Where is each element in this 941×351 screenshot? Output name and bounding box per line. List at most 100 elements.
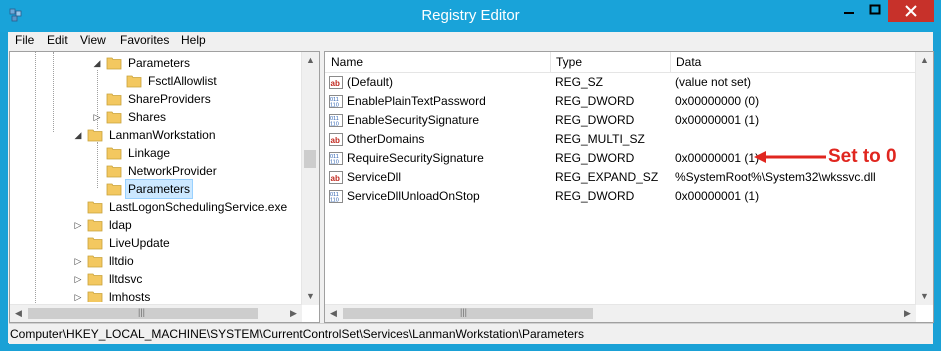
value-row[interactable]: 011 110 EnablePlainTextPassword REG_DWORD… xyxy=(325,92,915,111)
column-header-data[interactable]: Data xyxy=(670,52,932,72)
scroll-right-arrow-icon[interactable]: ▶ xyxy=(285,305,302,322)
tree-node-selected[interactable]: Parameters xyxy=(10,179,300,199)
close-button[interactable] xyxy=(888,0,934,22)
expand-icon[interactable]: ▷ xyxy=(73,252,83,270)
scroll-thumb[interactable] xyxy=(304,150,316,168)
tree-node[interactable]: ▷ lltdsvc xyxy=(10,270,300,288)
tree-horizontal-scrollbar[interactable]: ◀ ||| ▶ xyxy=(10,304,302,322)
value-row[interactable]: ab (Default) REG_SZ (value not set) xyxy=(325,73,915,92)
minimize-button[interactable] xyxy=(836,0,862,22)
tree-node[interactable]: ▷ lmhosts xyxy=(10,288,300,302)
registry-tree-pane[interactable]: ◢ Parameters FsctlAllowlist ShareProvide… xyxy=(9,51,320,323)
tree-node-label: Shares xyxy=(128,110,167,124)
value-row[interactable]: 011 110 EnableSecuritySignature REG_DWORD… xyxy=(325,111,915,130)
folder-icon xyxy=(106,93,122,106)
values-list-pane[interactable]: Name Type Data ab (Default) REG_SZ (valu… xyxy=(324,51,934,323)
values-horizontal-scrollbar[interactable]: ◀ ||| ▶ xyxy=(325,304,916,322)
value-data: 0x00000000 (0) xyxy=(675,94,760,108)
value-row[interactable]: 011 110 ServiceDllUnloadOnStop REG_DWORD … xyxy=(325,187,915,206)
expand-icon[interactable]: ▷ xyxy=(92,108,102,126)
scroll-down-arrow-icon[interactable]: ▼ xyxy=(302,288,319,305)
tree-node-label: FsctlAllowlist xyxy=(148,74,217,88)
scroll-left-arrow-icon[interactable]: ◀ xyxy=(10,305,27,322)
scroll-thumb[interactable] xyxy=(343,308,593,319)
folder-icon xyxy=(106,183,122,196)
menu-edit[interactable]: Edit xyxy=(47,33,68,47)
column-header-name[interactable]: Name xyxy=(325,52,551,72)
value-row[interactable]: ab OtherDomains REG_MULTI_SZ xyxy=(325,130,915,149)
tree-node-label: lltdio xyxy=(109,254,134,268)
scroll-left-arrow-icon[interactable]: ◀ xyxy=(325,305,342,322)
expand-icon[interactable]: ▷ xyxy=(73,270,83,288)
svg-text:110: 110 xyxy=(330,122,339,128)
binary-value-icon: 011110 xyxy=(329,114,343,127)
value-type: REG_SZ xyxy=(555,75,604,89)
maximize-button[interactable] xyxy=(862,0,888,22)
expand-icon[interactable]: ▷ xyxy=(73,288,83,302)
tree-node[interactable]: ▷ lltdio xyxy=(10,252,300,270)
value-data: 0x00000001 (1) xyxy=(675,151,760,165)
scroll-right-arrow-icon[interactable]: ▶ xyxy=(899,305,916,322)
tree-node-label: lmhosts xyxy=(109,290,151,302)
folder-icon xyxy=(106,111,122,124)
value-name: EnableSecuritySignature xyxy=(347,113,480,127)
value-data: 0x00000001 (1) xyxy=(675,113,760,127)
tree-node-label: NetworkProvider xyxy=(128,164,217,178)
value-data: %SystemRoot%\System32\wkssvc.dll xyxy=(675,170,876,184)
folder-icon xyxy=(106,165,122,178)
value-data: (value not set) xyxy=(675,75,752,89)
folder-icon xyxy=(87,291,103,302)
annotation-label: Set to 0 xyxy=(828,146,897,167)
tree-node-label: Parameters xyxy=(125,179,194,199)
folder-open-icon xyxy=(87,129,103,142)
folder-icon xyxy=(87,237,103,250)
menu-favorites[interactable]: Favorites xyxy=(120,33,169,47)
folder-icon xyxy=(106,147,122,160)
scroll-grip-icon: ||| xyxy=(460,307,468,317)
value-data: 0x00000001 (1) xyxy=(675,189,760,203)
tree-node-label: Linkage xyxy=(128,146,171,160)
binary-value-icon: 011110 xyxy=(329,152,343,165)
collapse-icon[interactable]: ◢ xyxy=(92,54,102,72)
tree-node[interactable]: LiveUpdate xyxy=(10,234,300,252)
scroll-up-arrow-icon[interactable]: ▲ xyxy=(302,52,319,69)
svg-text:110: 110 xyxy=(330,160,339,166)
tree-node[interactable]: ▷ ldap xyxy=(10,216,300,234)
menu-bar: File Edit View Favorites Help xyxy=(8,32,933,50)
value-row[interactable]: ab ServiceDll REG_EXPAND_SZ %SystemRoot%… xyxy=(325,168,915,187)
collapse-icon[interactable]: ◢ xyxy=(73,126,83,144)
column-header-type[interactable]: Type xyxy=(550,52,671,72)
scroll-up-arrow-icon[interactable]: ▲ xyxy=(916,52,933,69)
folder-icon xyxy=(126,75,142,88)
tree-node-label: LastLogonSchedulingService.exe xyxy=(109,200,288,214)
tree-node[interactable]: ◢ LanmanWorkstation xyxy=(10,126,300,144)
menu-file[interactable]: File xyxy=(15,33,34,47)
tree-node[interactable]: Linkage xyxy=(10,144,300,162)
title-bar: Registry Editor xyxy=(0,0,941,32)
expand-icon[interactable]: ▷ xyxy=(73,216,83,234)
svg-text:ab: ab xyxy=(331,79,340,88)
scroll-down-arrow-icon[interactable]: ▼ xyxy=(916,288,933,305)
tree-node[interactable]: LastLogonSchedulingService.exe xyxy=(10,198,300,216)
menu-help[interactable]: Help xyxy=(181,33,206,47)
string-value-icon: ab xyxy=(329,171,343,184)
annotation-arrow-icon xyxy=(754,151,826,163)
value-name: EnablePlainTextPassword xyxy=(347,94,486,108)
menu-view[interactable]: View xyxy=(80,33,106,47)
tree-node[interactable]: ▷ Shares xyxy=(10,108,300,126)
tree-node[interactable]: ◢ Parameters xyxy=(10,54,300,72)
values-vertical-scrollbar[interactable]: ▲ ▼ xyxy=(915,52,933,305)
value-type: REG_DWORD xyxy=(555,94,635,108)
value-name: RequireSecuritySignature xyxy=(347,151,484,165)
minimize-icon xyxy=(844,12,854,14)
tree-node[interactable]: NetworkProvider xyxy=(10,162,300,180)
status-bar-path: Computer\HKEY_LOCAL_MACHINE\SYSTEM\Curre… xyxy=(9,323,933,344)
tree-vertical-scrollbar[interactable]: ▲ ▼ xyxy=(301,52,319,305)
value-name: OtherDomains xyxy=(347,132,425,146)
folder-open-icon xyxy=(106,57,122,70)
tree-node[interactable]: ShareProviders xyxy=(10,90,300,108)
tree-node-label: LiveUpdate xyxy=(109,236,170,250)
client-area: ◢ Parameters FsctlAllowlist ShareProvide… xyxy=(8,50,934,344)
tree-node[interactable]: FsctlAllowlist xyxy=(10,72,300,90)
tree-node-label: lltdsvc xyxy=(109,272,143,286)
